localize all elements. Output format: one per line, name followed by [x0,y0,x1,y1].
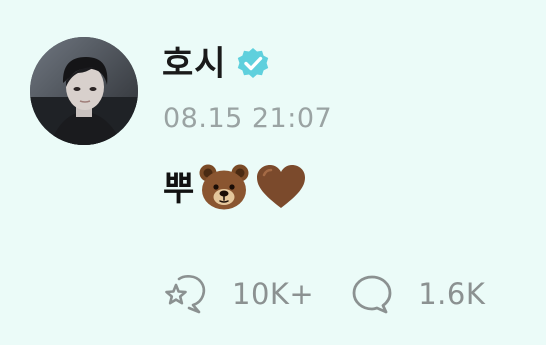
sparkle-bubble-icon [162,270,210,318]
bear-face-emoji-icon [198,163,250,215]
like-count: 10K+ [232,277,315,311]
author-name[interactable]: 호시 [162,47,227,81]
post-card: 호시 08.15 21:07 뿌 10K+ 1.6K [0,0,546,345]
avatar-image [30,37,138,145]
verified-badge-icon [235,46,271,82]
brown-heart-emoji-icon [254,163,308,215]
author-row: 호시 [162,38,271,90]
post-actions: 10K+ 1.6K [162,270,485,318]
speech-bubble-icon [348,270,396,318]
avatar[interactable] [30,37,138,145]
post-text: 뿌 [163,169,195,209]
post-timestamp: 08.15 21:07 [163,103,333,134]
like-button[interactable]: 10K+ [162,270,314,318]
comment-count: 1.6K [418,277,486,311]
post-content: 뿌 [163,163,308,215]
comment-button[interactable]: 1.6K [348,270,485,318]
